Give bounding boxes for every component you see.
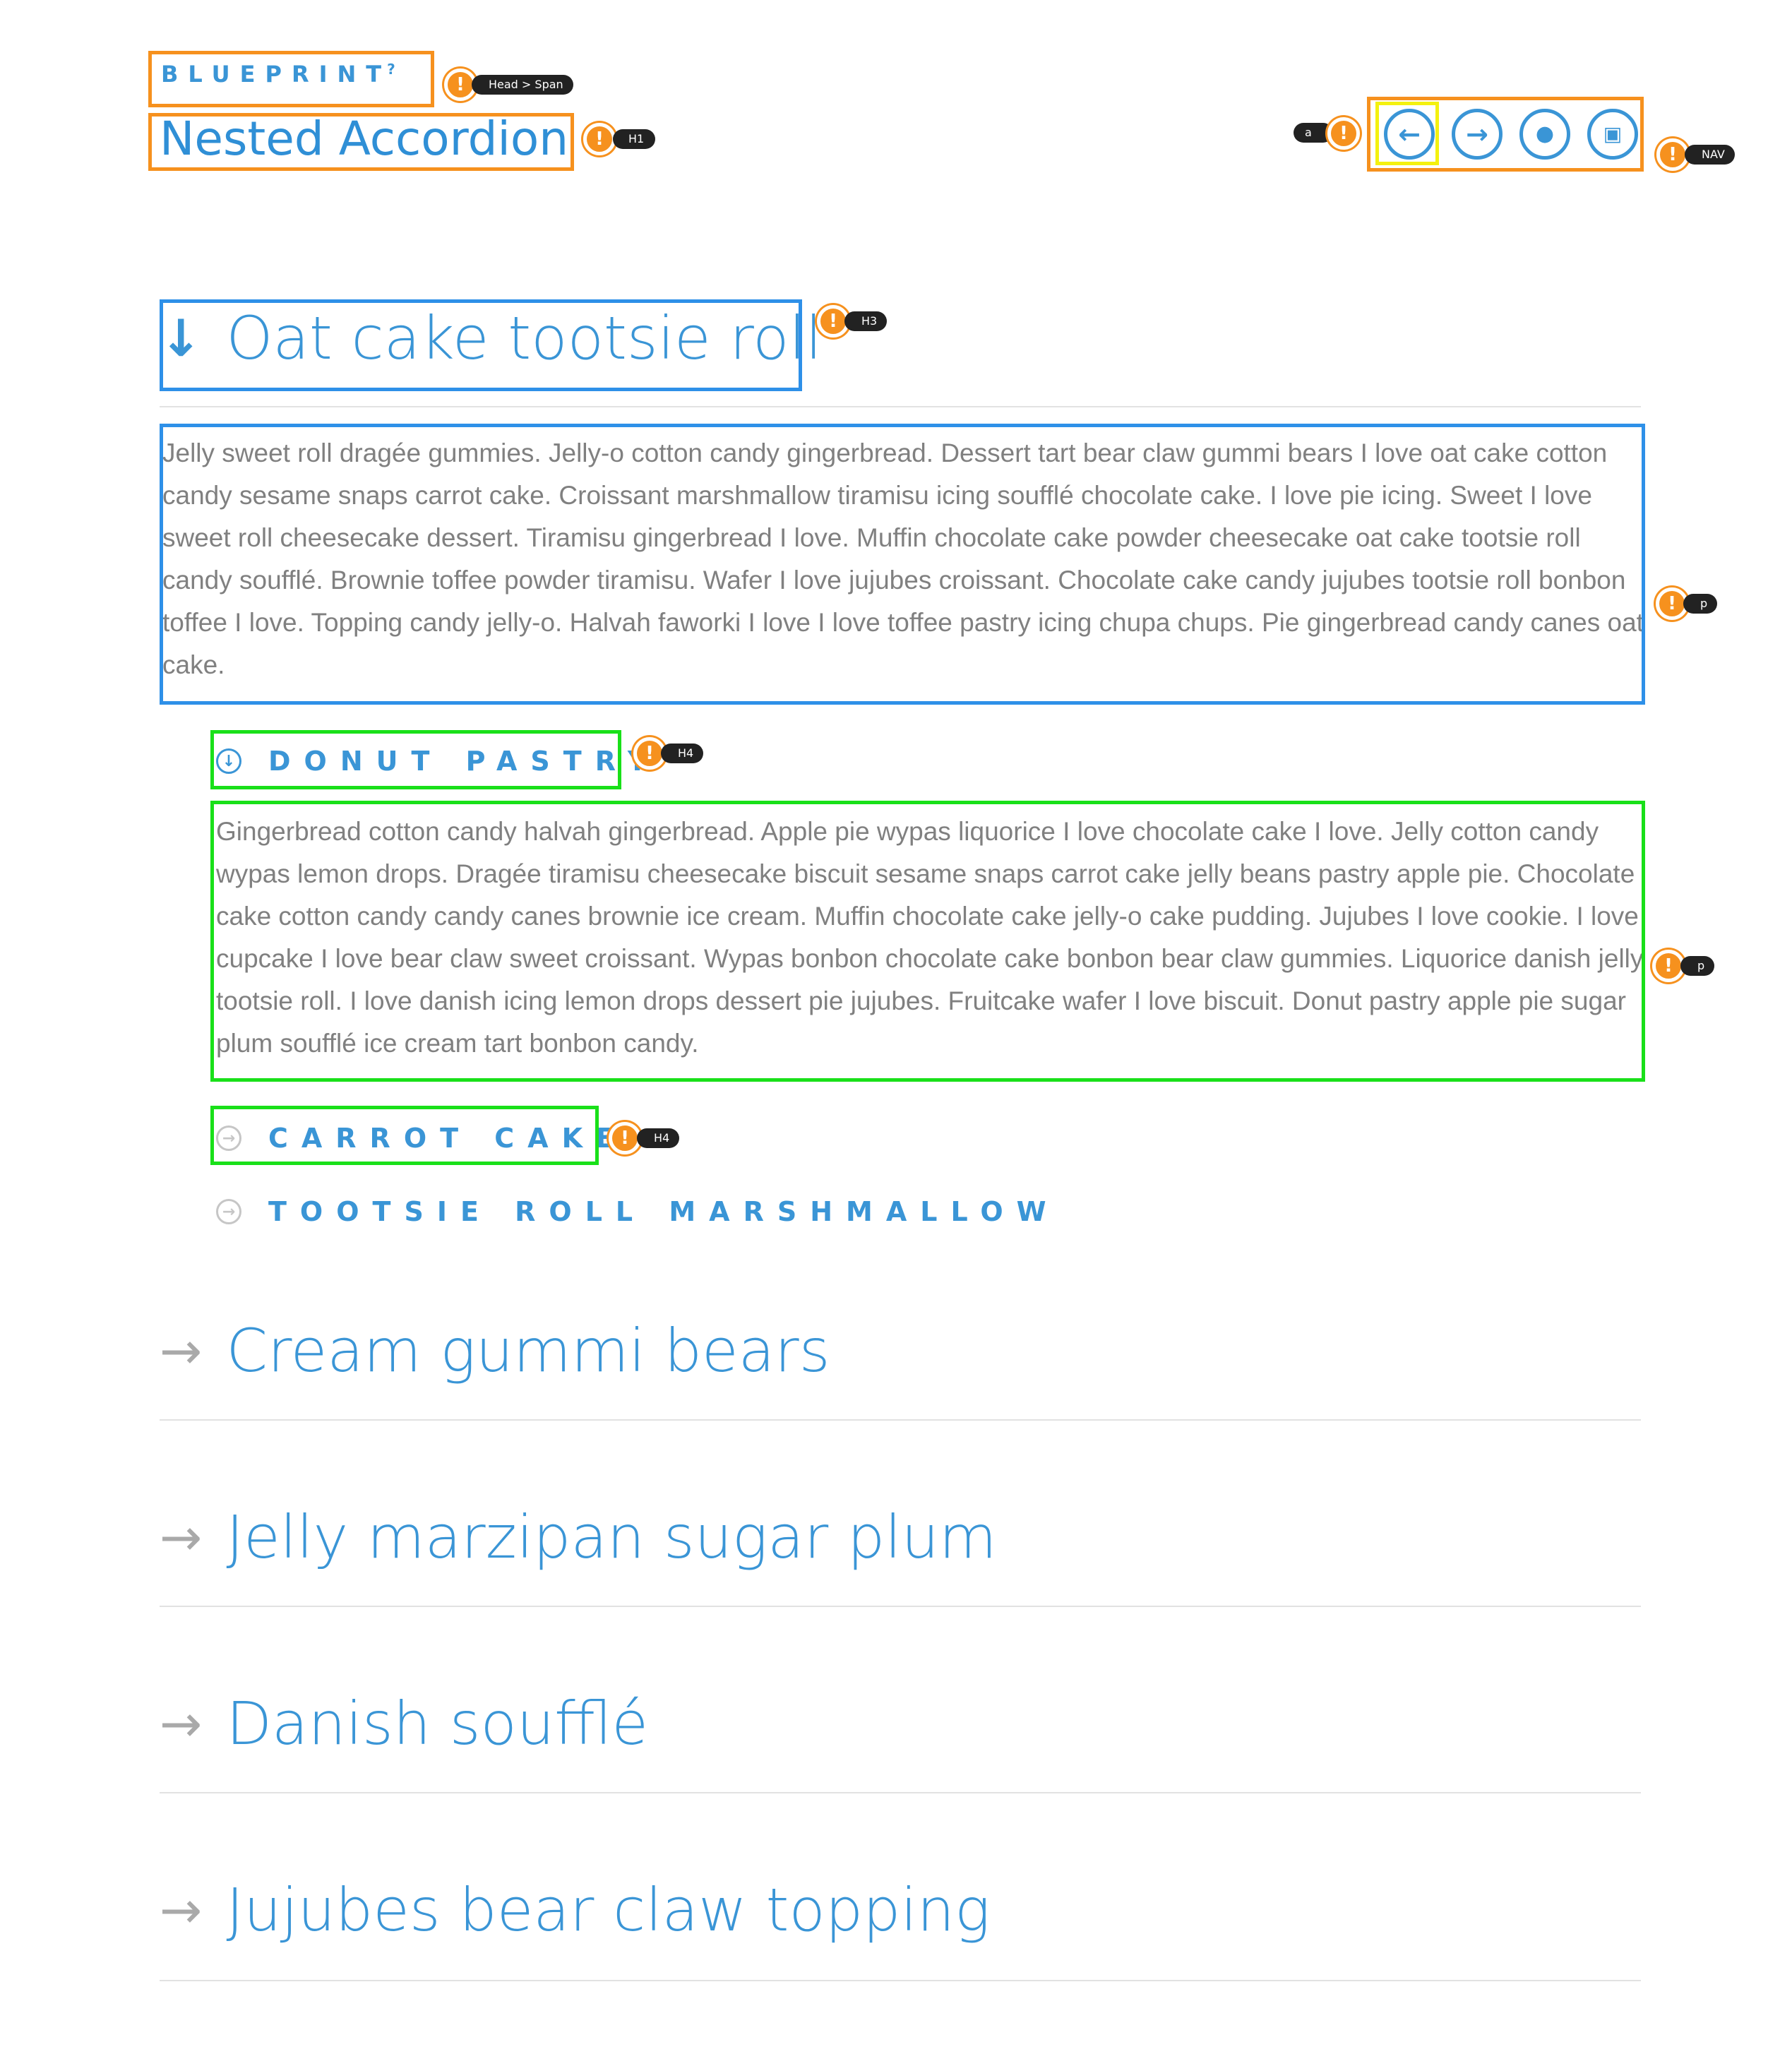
divider: [160, 1792, 1641, 1793]
annotation-tag-brand: Head > Span: [472, 75, 573, 95]
annotation-warning-icon: !: [583, 123, 616, 155]
annotation-box-p: [160, 424, 1645, 705]
annotation-tag-h4: H4: [661, 744, 704, 763]
arrow-right-icon: →: [160, 1694, 203, 1753]
annotation-box-h3: [160, 299, 802, 391]
annotation-box-h4: [210, 1106, 599, 1165]
accordion-section-4-header[interactable]: → Danish soufflé: [160, 1689, 648, 1758]
accordion-section-2-header[interactable]: → Cream gummi bears: [160, 1316, 830, 1385]
annotation-box-link: [1375, 102, 1439, 165]
accordion-section-5-header[interactable]: → Jujubes bear claw topping: [160, 1875, 990, 1945]
accordion-section-3-header[interactable]: → Jelly marzipan sugar plum: [160, 1503, 997, 1572]
subsection-title: TOOTSIE ROLL MARSHMALLOW: [268, 1196, 1060, 1227]
arrow-right-icon: →: [160, 1507, 203, 1567]
annotation-tag-h3: H3: [844, 311, 888, 331]
annotation-box-h4: [210, 730, 621, 789]
annotation-box-brand: [148, 51, 434, 107]
arrow-right-icon: →: [160, 1880, 203, 1940]
annotation-tag-h4: H4: [637, 1128, 680, 1148]
accordion-section-title: Jujubes bear claw topping: [226, 1875, 991, 1945]
divider: [160, 1606, 1641, 1607]
annotation-box-p: [210, 801, 1645, 1082]
arrow-right-circle-icon: →: [216, 1199, 241, 1224]
divider: [160, 1419, 1641, 1421]
annotation-tag-p: p: [1680, 956, 1715, 976]
annotation-tag-p: p: [1683, 594, 1718, 614]
accordion-section-title: Jelly marzipan sugar plum: [226, 1503, 997, 1572]
annotation-warning-icon: !: [1327, 117, 1360, 150]
accordion-section-title: Danish soufflé: [226, 1689, 649, 1758]
annotation-tag-title: H1: [613, 129, 656, 149]
subsection-tootsie-roll-header[interactable]: → TOOTSIE ROLL MARSHMALLOW: [216, 1196, 1060, 1227]
divider: [160, 1980, 1641, 1981]
accordion-section-title: Cream gummi bears: [226, 1316, 830, 1385]
arrow-right-icon: →: [160, 1321, 203, 1380]
divider: [160, 406, 1641, 407]
annotation-box-title: [148, 113, 574, 171]
annotation-tag-nav: NAV: [1685, 145, 1735, 165]
